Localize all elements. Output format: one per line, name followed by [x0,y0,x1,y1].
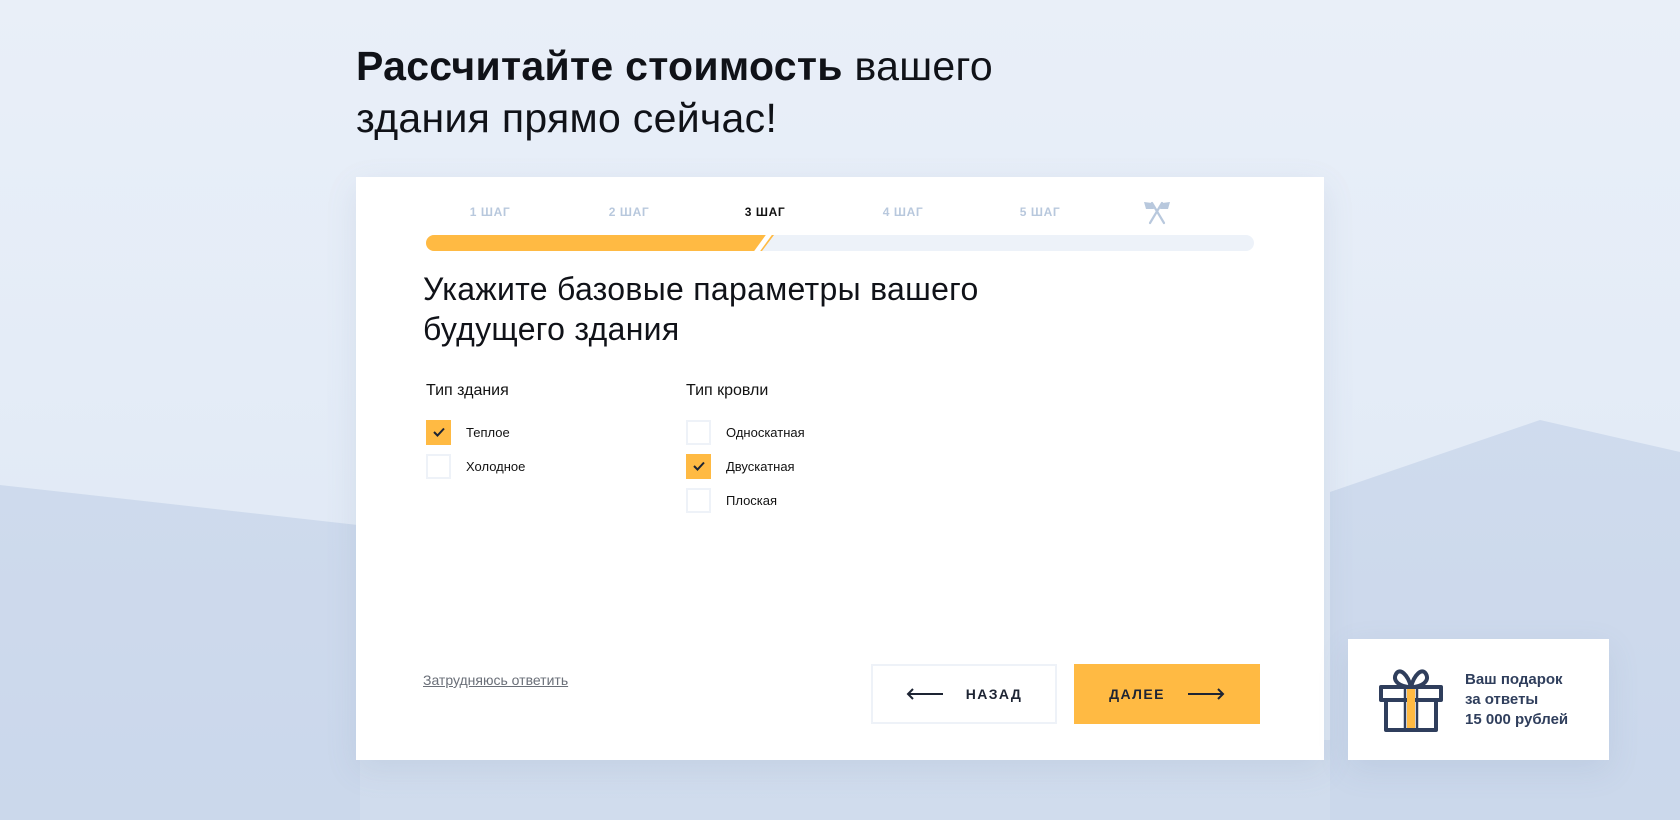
option-label-gable: Двускатная [726,458,795,474]
step-5: 5 ШАГ [1019,205,1061,219]
checkbox-gable[interactable] [686,453,711,479]
arrow-right-icon [1187,688,1225,700]
question-title: Укажите базовые параметры вашего будущег… [423,271,979,347]
next-button[interactable]: ДАЛЕЕ [1074,664,1260,724]
page-title: Рассчитайте стоимость вашего здания прям… [356,40,1116,144]
progress-bar [426,235,1254,251]
option-cold[interactable]: Холодное [426,453,525,479]
check-icon [692,461,705,471]
step-3: 3 ШАГ [744,205,786,219]
option-flat[interactable]: Плоская [686,487,805,513]
checkbox-warm[interactable] [426,419,451,445]
flags-icon [1144,201,1170,225]
option-label-cold: Холодное [466,458,526,474]
step-2: 2 ШАГ [608,205,650,219]
checkbox-cold[interactable] [426,453,451,479]
step-1: 1 ШАГ [469,205,511,219]
option-gable[interactable]: Двускатная [686,453,805,479]
check-icon [432,427,445,437]
gift-icon [1379,669,1443,732]
building-type-group: Тип здания Теплое Холодное [426,382,525,487]
option-label-warm: Теплое [466,424,510,440]
roof-type-label: Тип кровли [686,382,769,399]
arrow-left-icon [906,688,943,700]
checkbox-flat[interactable] [686,487,711,513]
roof-type-group: Тип кровли Односкатная Двускатная Плоска… [686,382,805,521]
option-single-slope[interactable]: Односкатная [686,419,805,445]
back-button[interactable]: НАЗАД [871,664,1057,724]
back-button-label: НАЗАД [965,686,1023,702]
step-indicator: 1 ШАГ 2 ШАГ 3 ШАГ 4 ШАГ 5 ШАГ [426,201,1254,225]
skip-link[interactable]: Затрудняюсь ответить [423,672,568,688]
step-4: 4 ШАГ [882,205,924,219]
building-type-label: Тип здания [426,382,509,399]
checkbox-single-slope[interactable] [686,419,711,445]
quiz-card: 1 ШАГ 2 ШАГ 3 ШАГ 4 ШАГ 5 ШАГ Укажите ба… [356,177,1324,760]
option-label-single-slope: Односкатная [726,424,805,440]
next-button-label: ДАЛЕЕ [1109,686,1165,702]
page-title-bold: Рассчитайте стоимость [356,43,843,89]
background-building-left [0,485,360,820]
gift-text: Ваш подарок за ответы 15 000 рублей [1465,671,1569,728]
option-warm[interactable]: Теплое [426,419,525,445]
background-building-right [1330,420,1680,820]
progress-fill [426,235,774,251]
option-label-flat: Плоская [726,492,778,508]
gift-card: Ваш подарок за ответы 15 000 рублей [1348,639,1609,760]
